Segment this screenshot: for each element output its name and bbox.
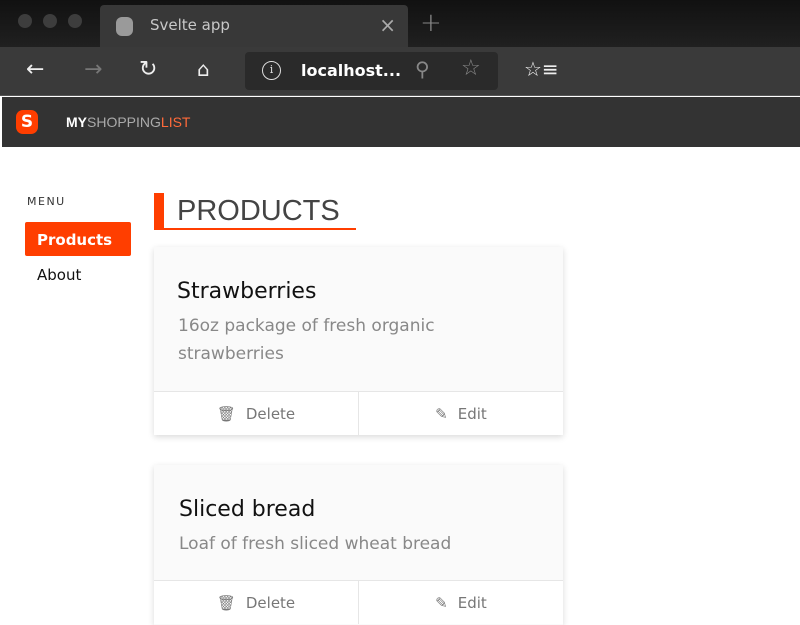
info-icon[interactable]: i (262, 61, 281, 80)
address-bar[interactable]: i localhost... ⚲ ☆ (245, 52, 498, 90)
product-name: Sliced bread (179, 497, 316, 522)
product-name: Strawberries (177, 279, 317, 304)
window-control-minimize[interactable] (43, 14, 57, 28)
delete-button[interactable]: 🗑 Delete (154, 392, 358, 435)
forward-arrow-icon[interactable]: → (84, 57, 102, 82)
close-tab-icon[interactable]: × (379, 13, 396, 37)
delete-label: Delete (245, 593, 296, 612)
edit-icon: ✎ (435, 404, 448, 423)
browser-tab-strip: Svelte app × + (0, 0, 800, 47)
card-actions: 🗑 Delete ✎ Edit (154, 391, 563, 435)
product-description: 16oz package of fresh organic strawberri… (178, 316, 435, 364)
brand-my: MY (66, 114, 87, 130)
browser-toolbar: ← → ↻ ⌂ i localhost... ⚲ ☆ ☆≡ (0, 47, 800, 96)
page-title: PRODUCTS (154, 193, 356, 230)
window-control-maximize[interactable] (68, 14, 82, 28)
product-description: Loaf of fresh sliced wheat bread (179, 534, 452, 554)
add-favorite-icon[interactable]: ☆ (461, 56, 481, 81)
window-control-close[interactable] (18, 14, 32, 28)
brand-title[interactable]: MYSHOPPINGLIST (66, 114, 190, 130)
refresh-icon[interactable]: ↻ (139, 57, 157, 82)
svelte-favicon-icon (116, 17, 133, 36)
delete-label: Delete (245, 404, 296, 423)
menu-heading: MENU (27, 195, 66, 208)
favorites-icon[interactable]: ☆≡ (524, 57, 559, 81)
trash-icon: 🗑 (216, 593, 236, 612)
trash-icon: 🗑 (216, 404, 236, 423)
card-actions: 🗑 Delete ✎ Edit (154, 580, 563, 624)
edit-button[interactable]: ✎ Edit (358, 392, 563, 435)
zoom-out-icon[interactable]: ⚲ (415, 57, 430, 81)
back-arrow-icon[interactable]: ← (26, 57, 44, 82)
new-tab-icon[interactable]: + (420, 8, 442, 38)
product-card: Sliced bread Loaf of fresh sliced wheat … (154, 465, 563, 625)
sidebar-item-products[interactable]: Products (25, 222, 131, 256)
tab-title: Svelte app (150, 16, 230, 34)
edit-label: Edit (457, 593, 487, 612)
browser-tab[interactable]: Svelte app × (100, 5, 408, 47)
brand-shopping: SHOPPING (87, 114, 161, 130)
edit-icon: ✎ (435, 593, 448, 612)
brand-list: LIST (160, 114, 191, 130)
home-icon[interactable]: ⌂ (197, 57, 210, 81)
edit-label: Edit (457, 404, 487, 423)
sidebar-item-about[interactable]: About (25, 257, 131, 291)
url-text[interactable]: localhost... (301, 61, 401, 80)
delete-button[interactable]: 🗑 Delete (154, 581, 358, 624)
product-card: Strawberries 16oz package of fresh organ… (154, 247, 563, 435)
app-header: S MYSHOPPINGLIST (2, 97, 800, 147)
svelte-logo-icon[interactable]: S (16, 110, 38, 134)
edit-button[interactable]: ✎ Edit (358, 581, 563, 624)
